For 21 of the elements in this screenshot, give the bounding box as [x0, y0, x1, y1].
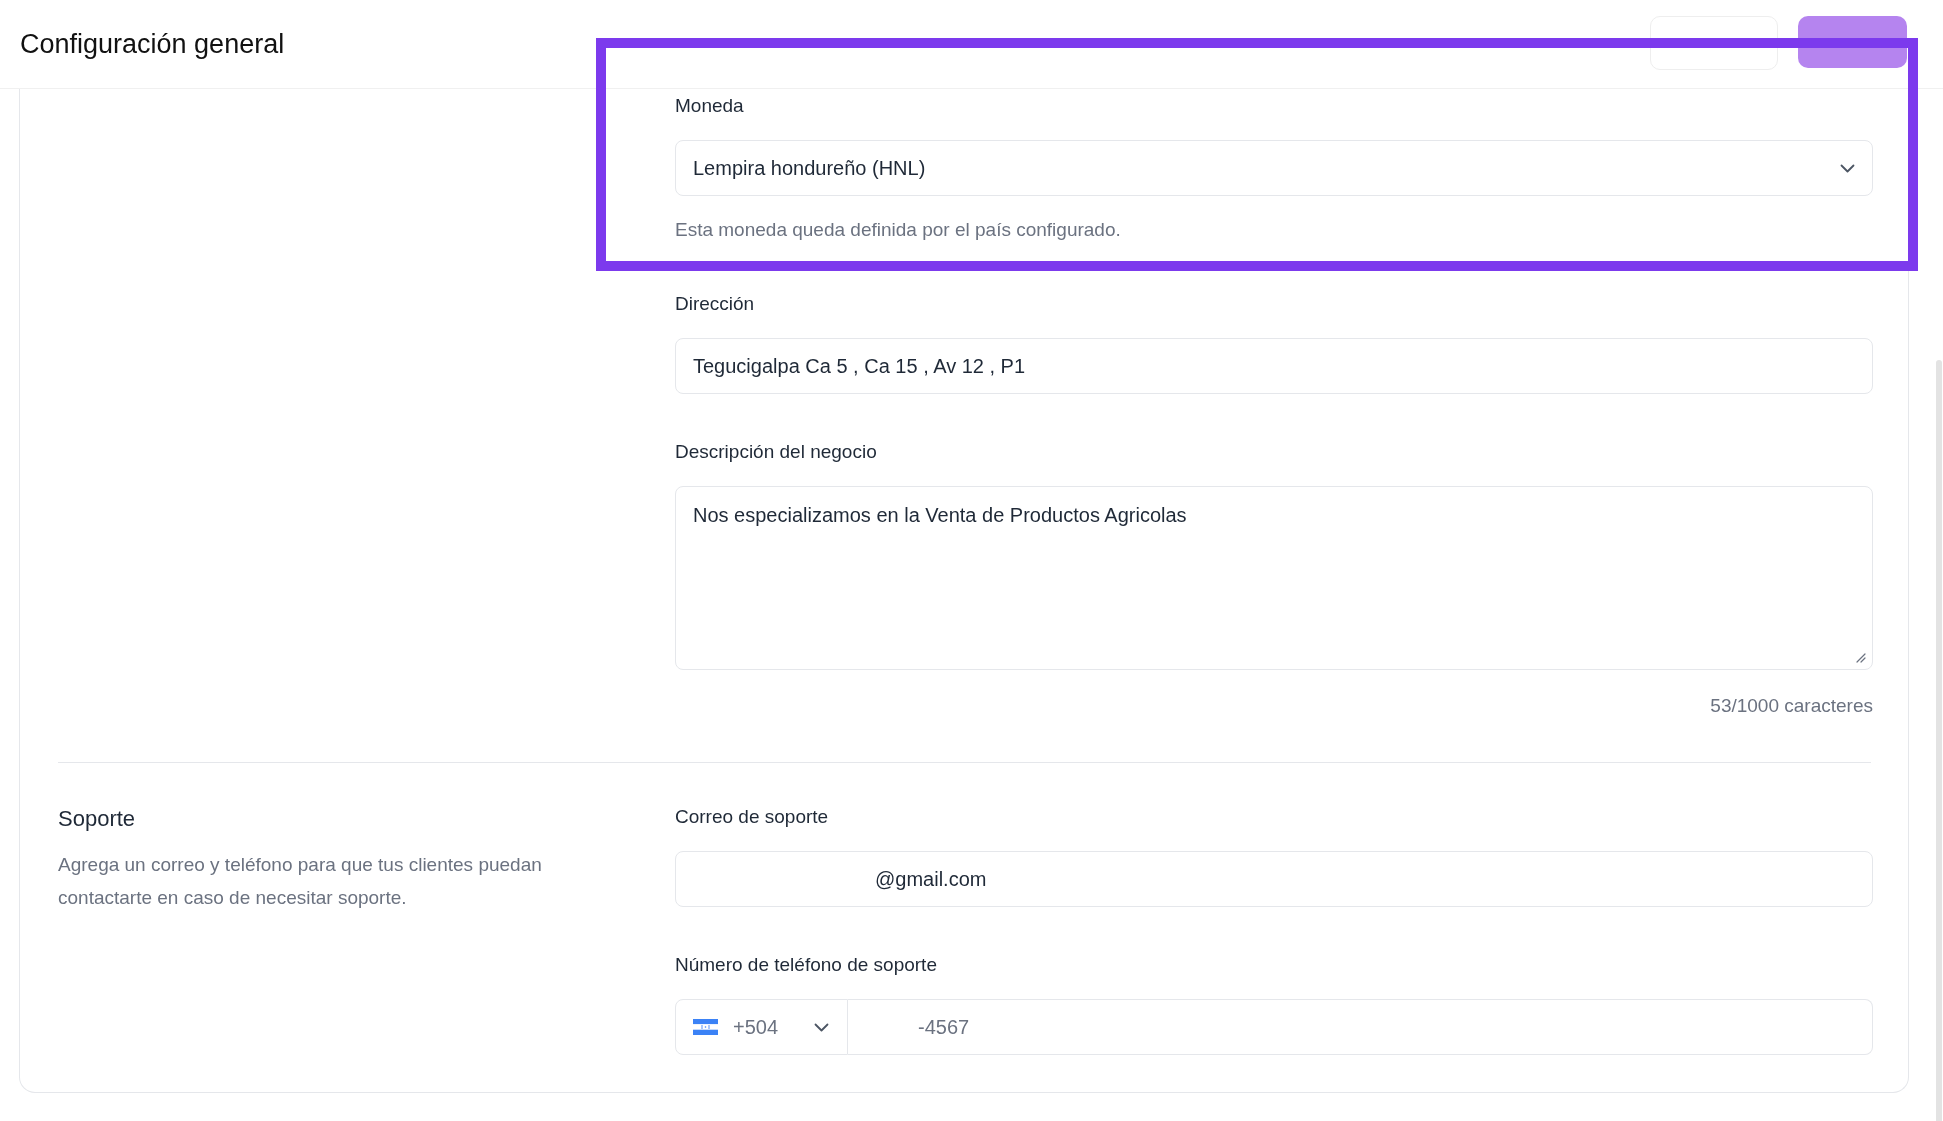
field-label: Correo de soporte	[675, 805, 830, 829]
page-title: Configuración general	[20, 27, 285, 61]
text-field[interactable]: @gmail.com	[675, 851, 1873, 907]
country-code-select[interactable]: +504	[675, 999, 848, 1055]
field-label: Dirección	[675, 292, 756, 316]
helper-text: Esta moneda queda definida por el país configurado.	[675, 218, 1122, 242]
text-area[interactable]: Nos especializamos en la Venta de Productos Agricolas	[675, 486, 1873, 670]
resize-grip-icon[interactable]	[1856, 653, 1866, 663]
scrollbar[interactable]	[1936, 360, 1942, 1121]
chevron-down-icon	[814, 1022, 829, 1032]
field-label: Número de teléfono de soporte	[675, 953, 938, 977]
character-counter: 53/1000 caracteres	[1710, 694, 1873, 718]
text-field[interactable]: Tegucigalpa Ca 5 , Ca 15 , Av 12 , P1	[675, 338, 1873, 394]
field-label: Moneda	[675, 94, 745, 118]
flag-icon	[693, 1019, 718, 1035]
phone-number-field[interactable]: -4567	[848, 999, 1873, 1055]
dropdown-field[interactable]: Lempira hondureño (HNL)	[675, 140, 1873, 196]
chevron-down-icon	[1840, 163, 1855, 173]
section-title: Soporte	[58, 805, 137, 833]
section-description: Agrega un correo y teléfono para que tus clientes puedan contactarte en caso de necesitar soporte.	[58, 853, 543, 910]
field-label: Descripción del negocio	[675, 440, 878, 464]
